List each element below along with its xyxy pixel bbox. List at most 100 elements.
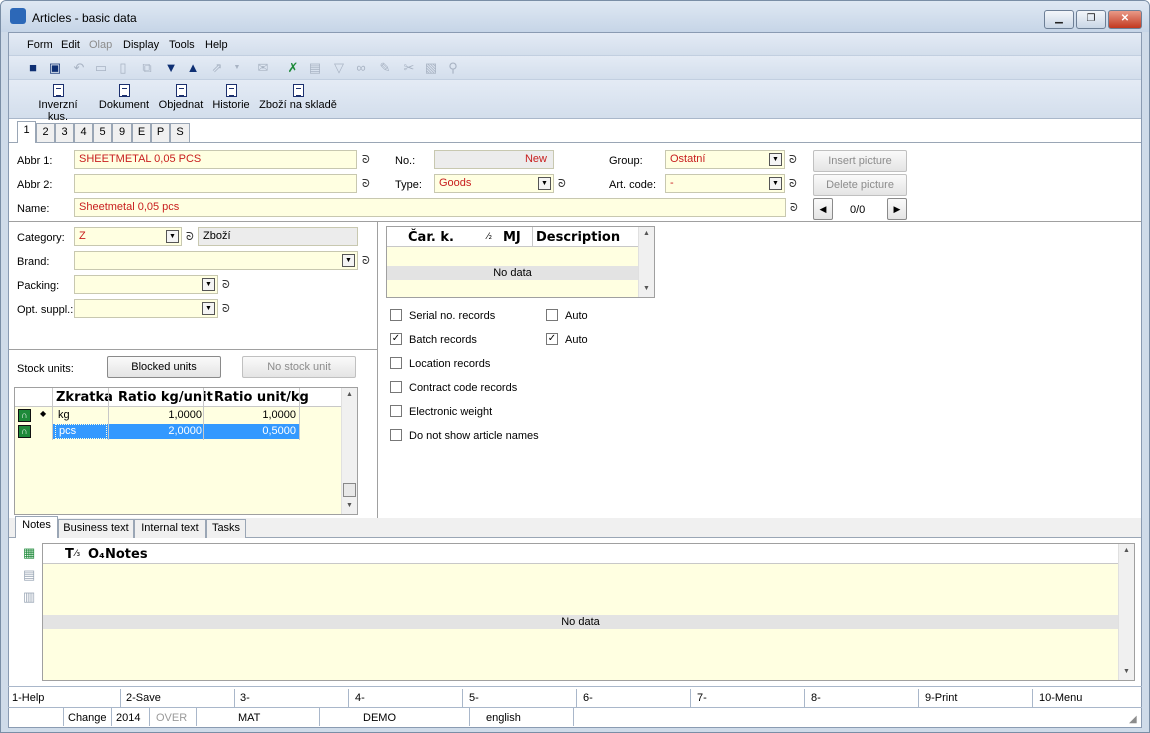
history-swirl-icon[interactable]: ᘐ [789,154,797,167]
fkey-4[interactable]: 4- [355,692,365,704]
tab-3[interactable]: 3 [55,123,74,142]
menu-edit[interactable]: Edit [61,39,80,51]
tab-business-text[interactable]: Business text [58,519,134,538]
arrow-down-icon[interactable]: ▼ [163,60,179,76]
goods-in-stock-button[interactable]: Zboží na skladě [257,84,339,111]
save-and-close-icon[interactable]: ▣ [47,60,63,76]
menu-display[interactable]: Display [123,39,159,51]
export-dropdown-icon[interactable]: ▼ [229,60,245,76]
order-button[interactable]: Objednat [157,84,205,111]
tab-internal-text[interactable]: Internal text [134,519,206,538]
column-header-ratio-unit-kg[interactable]: Ratio unit/kg [214,390,309,405]
column-header-o[interactable]: O₄ [88,547,105,562]
insert-picture-button[interactable]: Insert picture [813,150,907,172]
column-header-t[interactable]: T [65,547,74,562]
location-records-checkbox[interactable] [390,357,402,369]
column-header-barcode[interactable]: Čar. k. [408,230,454,245]
batch-auto-checkbox[interactable]: ✓ [546,333,558,345]
history-swirl-icon[interactable]: ᘐ [362,178,370,191]
contract-code-records-checkbox[interactable] [390,381,402,393]
title-bar[interactable]: Articles - basic data ▁ ❐ ✕ [1,1,1149,32]
delete-note-icon[interactable]: ▥ [23,589,35,605]
tab-5[interactable]: 5 [93,123,112,142]
number-field[interactable]: New [434,150,554,169]
history-swirl-icon[interactable]: ᘐ [789,178,797,191]
scroll-up-icon[interactable]: ▲ [639,227,654,241]
menu-form[interactable]: Form [27,39,53,51]
excel-export-icon[interactable]: ✗ [285,60,301,76]
column-header-fraction[interactable]: ⁄₂ [487,232,492,242]
serial-no-records-checkbox[interactable] [390,309,402,321]
vertical-scrollbar[interactable]: ▲ ▼ [341,388,357,514]
tab-notes[interactable]: Notes [15,516,58,538]
export-icon[interactable]: ⇗ [209,60,225,76]
edit-list-icon[interactable]: ✎ [377,60,393,76]
previous-picture-button[interactable]: ◀ [813,198,833,220]
history-swirl-icon[interactable]: ᘐ [790,202,798,215]
scroll-down-icon[interactable]: ▼ [639,282,654,296]
tab-tasks[interactable]: Tasks [206,519,246,538]
batch-records-checkbox[interactable]: ✓ [390,333,402,345]
type-select[interactable]: Goods [434,174,554,193]
history-swirl-icon[interactable]: ᘐ [222,303,230,316]
menu-help[interactable]: Help [205,39,228,51]
scroll-up-icon[interactable]: ▲ [1119,544,1134,558]
book-icon[interactable]: ▤ [307,60,323,76]
column-header-zkratka[interactable]: Zkratka [56,390,113,405]
inverse-bom-button[interactable]: Inverzní kus. [27,84,89,123]
delete-picture-button[interactable]: Delete picture [813,174,907,196]
chevron-down-icon[interactable]: ▼ [342,254,355,267]
brand-select[interactable] [74,251,358,270]
history-swirl-icon[interactable]: ᘐ [362,154,370,167]
close-button[interactable]: ✕ [1108,10,1142,29]
maximize-button[interactable]: ❐ [1076,10,1106,29]
new-document-icon[interactable]: ▯ [115,60,131,76]
serial-auto-checkbox[interactable] [546,309,558,321]
abbr2-field[interactable] [74,174,357,193]
document-edit-icon[interactable]: ▧ [423,60,439,76]
abbr1-field[interactable]: SHEETMETAL 0,05 PCS [74,150,357,169]
vertical-scrollbar[interactable]: ▲ ▼ [638,227,654,297]
menu-tools[interactable]: Tools [169,39,195,51]
column-header-fraction[interactable]: ⁄₃ [75,549,80,559]
column-header-ratio-kg-unit[interactable]: Ratio kg/unit [118,390,213,405]
copy-icon[interactable]: ⧉ [139,60,155,76]
electronic-weight-checkbox[interactable] [390,405,402,417]
tab-1[interactable]: 1 [17,121,36,143]
document-button[interactable]: Dokument [97,84,151,111]
tab-2[interactable]: 2 [36,123,55,142]
table-row-selected[interactable]: ∩ pcs 2,0000 0,5000 [15,424,299,439]
tab-p[interactable]: P [151,123,170,142]
open-folder-icon[interactable]: ▭ [93,60,109,76]
column-header-description[interactable]: Description [536,230,620,245]
history-swirl-icon[interactable]: ᘐ [558,178,566,191]
chevron-down-icon[interactable]: ▼ [538,177,551,190]
fkey-5[interactable]: 5- [469,692,479,704]
blocked-units-button[interactable]: Blocked units [107,356,221,378]
fkey-menu[interactable]: 10-Menu [1039,692,1082,704]
resize-grip-icon[interactable]: ◢ [1129,714,1137,725]
tab-9[interactable]: 9 [112,123,132,142]
fkey-3[interactable]: 3- [240,692,250,704]
art-code-select[interactable]: - [665,174,785,193]
vertical-scrollbar[interactable]: ▲ ▼ [1118,544,1134,680]
cell-unit[interactable]: pcs [55,424,107,439]
fkey-help[interactable]: 1-Help [12,692,44,704]
scroll-down-icon[interactable]: ▼ [342,499,357,513]
packing-select[interactable] [74,275,218,294]
tab-s[interactable]: S [170,123,190,142]
scroll-thumb[interactable] [343,483,356,497]
history-swirl-icon[interactable]: ᘐ [362,255,370,268]
chevron-down-icon[interactable]: ▼ [769,177,782,190]
edit-note-icon[interactable]: ▤ [23,567,35,583]
undo-icon[interactable]: ↶ [71,60,87,76]
chevron-down-icon[interactable]: ▼ [202,302,215,315]
fkey-6[interactable]: 6- [583,692,593,704]
tools-icon[interactable]: ✂ [401,60,417,76]
chevron-down-icon[interactable]: ▼ [769,153,782,166]
group-select[interactable]: Ostatní [665,150,785,169]
column-header-mj[interactable]: MJ [503,230,521,245]
minimize-button[interactable]: ▁ [1044,10,1074,29]
mail-icon[interactable]: ✉ [255,60,271,76]
no-stock-unit-button[interactable]: No stock unit [242,356,356,378]
